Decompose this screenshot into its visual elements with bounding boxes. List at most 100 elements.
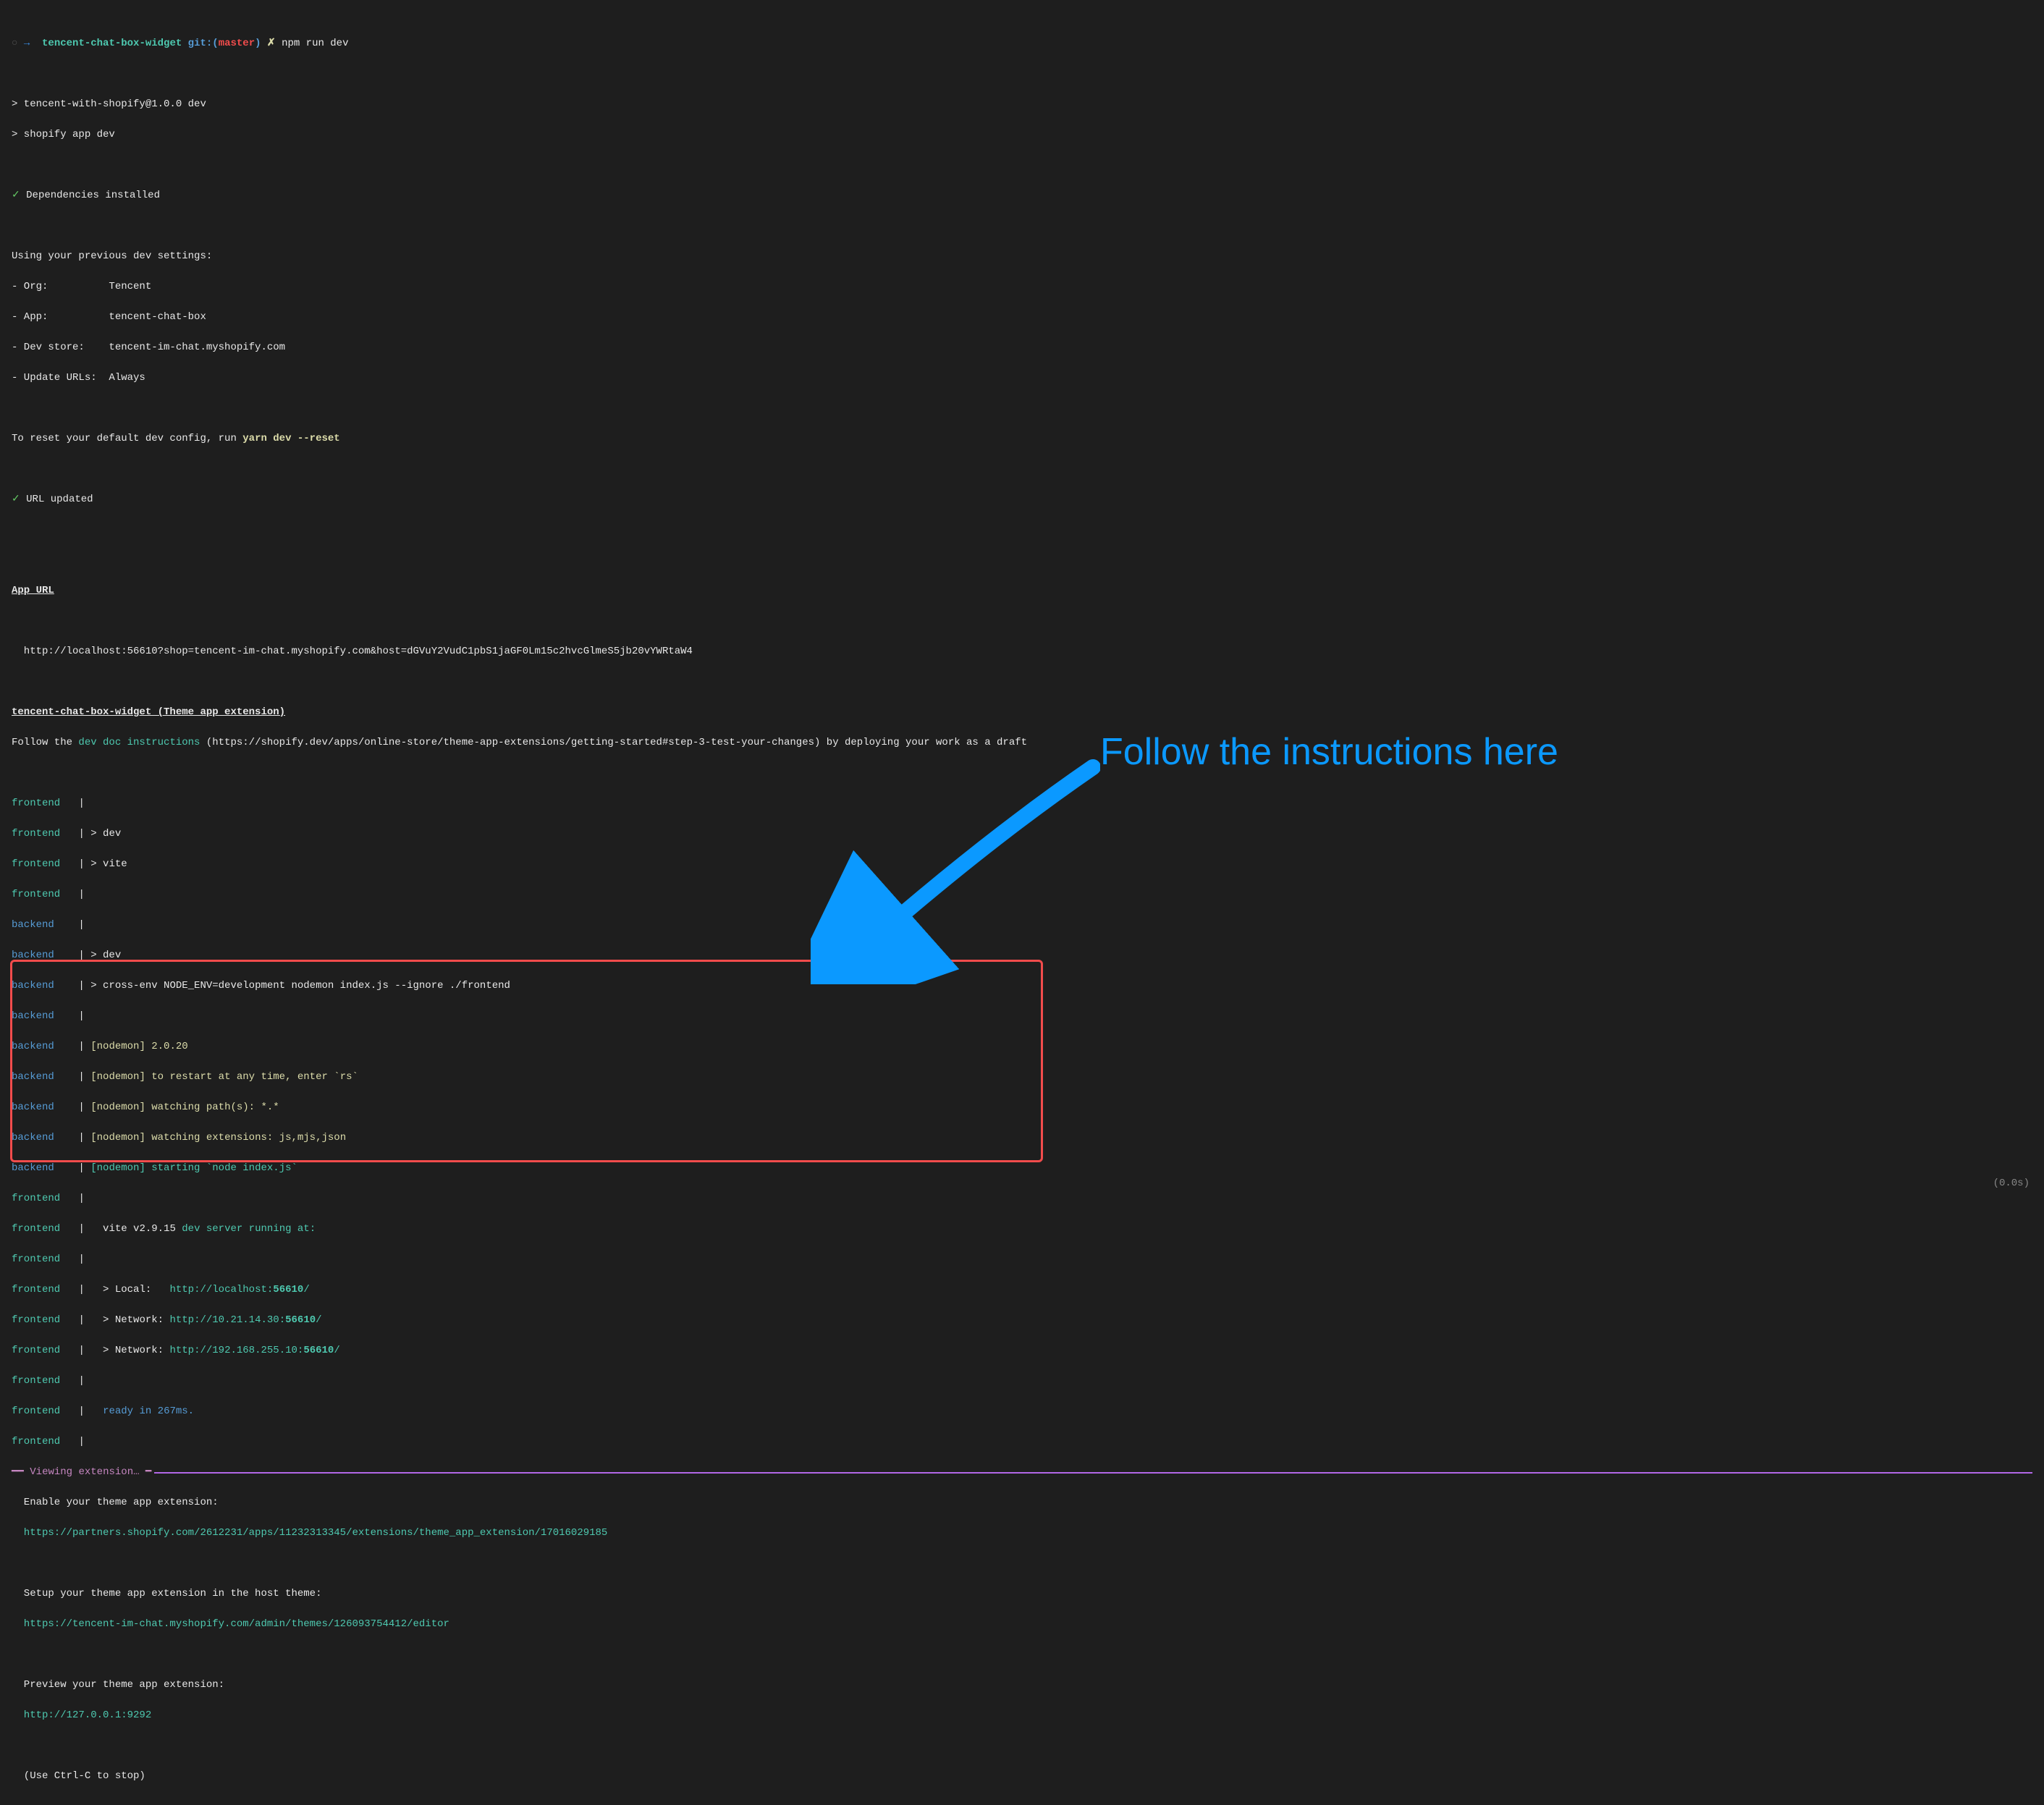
vite-slash: / (334, 1345, 339, 1356)
log-line: frontend | (12, 796, 2032, 811)
log-pipe: | (78, 1162, 84, 1174)
deps-text: Dependencies installed (26, 190, 160, 201)
rule-right (154, 1472, 2032, 1474)
log-pad (85, 1102, 90, 1113)
check-icon: ✓ (12, 190, 20, 201)
nodemon-line: backend | [nodemon] 2.0.20 (12, 1039, 2032, 1054)
viewing-preview-url[interactable]: http://127.0.0.1:9292 (12, 1708, 2032, 1723)
prompt-branch: master (219, 38, 255, 49)
log-pipe: | (78, 919, 84, 931)
blank (12, 158, 2032, 173)
blank (12, 1738, 2032, 1754)
npm-line-2: > shopify app dev (12, 127, 2032, 143)
follow-pre: Follow the (12, 737, 78, 748)
theme-ext-heading: tencent-chat-box-widget (Theme app exten… (12, 706, 285, 718)
blank (12, 462, 2032, 477)
blank (12, 614, 2032, 629)
log-tag: frontend (12, 1314, 60, 1326)
viewing-enable-url[interactable]: https://partners.shopify.com/2612231/app… (12, 1526, 2032, 1541)
log-line: frontend | > dev (12, 827, 2032, 842)
blank (12, 401, 2032, 416)
reset-line: To reset your default dev config, run ya… (12, 431, 2032, 447)
vite-net-url[interactable]: http://10.21.14.30: (169, 1314, 285, 1326)
log-pipe: | (78, 828, 84, 840)
vite-local-url[interactable]: http://localhost: (169, 1284, 273, 1295)
blank (12, 67, 2032, 82)
log-pipe: | (78, 858, 84, 870)
log-tag: frontend (12, 1405, 60, 1417)
log-pipe: | (78, 1010, 84, 1022)
reset-cmd: yarn dev --reset (242, 433, 339, 444)
vite-ready-text: ready in 267ms. (103, 1405, 194, 1417)
log-pipe: | (78, 1284, 84, 1295)
log-tag: frontend (12, 1284, 60, 1295)
log-tag: backend (12, 1132, 54, 1144)
prompt-command: npm run dev (282, 38, 348, 49)
follow-line: Follow the dev doc instructions (https:/… (12, 735, 2032, 751)
log-tag: frontend (12, 1254, 60, 1265)
log-tag: frontend (12, 1345, 60, 1356)
nodemon-text: [nodemon] watching path(s): *.* (90, 1102, 279, 1113)
prompt-dirty-icon: ✗ (267, 38, 276, 49)
nodemon-line: backend | [nodemon] watching extensions:… (12, 1130, 2032, 1146)
log-line: backend | > cross-env NODE_ENV=developme… (12, 978, 2032, 994)
log-tag: backend (12, 980, 54, 992)
vite-net-label: > Network: (85, 1345, 170, 1356)
vite-running: dev server running at: (182, 1223, 316, 1235)
log-pipe: | (78, 1345, 84, 1356)
vite-line: frontend | (12, 1434, 2032, 1450)
viewing-stop: (Use Ctrl-C to stop) (12, 1769, 2032, 1784)
settings-header: Using your previous dev settings: (12, 249, 2032, 264)
follow-post: (https://shopify.dev/apps/online-store/t… (200, 737, 1027, 748)
log-pipe: | (78, 798, 84, 809)
vite-net-port: 56610 (285, 1314, 316, 1326)
reset-text: To reset your default dev config, run (12, 433, 242, 444)
vite-slash: / (316, 1314, 321, 1326)
log-pipe: | (78, 889, 84, 900)
log-line: backend | (12, 918, 2032, 933)
prompt-line: ○ → tencent-chat-box-widget git:(master)… (12, 36, 2032, 51)
log-tag: frontend (12, 1223, 60, 1235)
vite-net-port: 56610 (303, 1345, 334, 1356)
app-url-title: App URL (12, 583, 2032, 599)
log-tag: frontend (12, 1436, 60, 1447)
url-updated: ✓ URL updated (12, 492, 2032, 507)
app-url-heading: App URL (12, 585, 54, 596)
settings-store: - Dev store: tencent-im-chat.myshopify.c… (12, 340, 2032, 355)
vite-net-url[interactable]: http://192.168.255.10: (169, 1345, 303, 1356)
timer-display: (0.0s) (1993, 1176, 2030, 1191)
viewing-setup: Setup your theme app extension in the ho… (12, 1586, 2032, 1602)
annotation-label: Follow the instructions here (1100, 724, 1558, 780)
nodemon-text: [nodemon] starting `node index.js` (90, 1162, 297, 1174)
terminal-output[interactable]: ○ → tencent-chat-box-widget git:(master)… (0, 0, 2044, 1805)
log-tag: backend (12, 1071, 54, 1083)
blank (12, 523, 2032, 538)
npm-line-1: > tencent-with-shopify@1.0.0 dev (12, 97, 2032, 112)
vite-local-label: > Local: (85, 1284, 170, 1295)
log-pipe: | (78, 1436, 84, 1447)
log-line: frontend | (12, 887, 2032, 902)
app-url-value[interactable]: http://localhost:56610?shop=tencent-im-c… (12, 644, 2032, 659)
nodemon-text: [nodemon] to restart at any time, enter … (90, 1071, 358, 1083)
vite-line: frontend | (12, 1374, 2032, 1389)
log-tag: backend (12, 1010, 54, 1022)
dev-doc-link[interactable]: dev doc instructions (78, 737, 200, 748)
blank (12, 219, 2032, 234)
blank (12, 675, 2032, 690)
log-rest: > dev (85, 828, 121, 840)
rule-left: ━━ (12, 1465, 30, 1480)
blank (12, 1556, 2032, 1571)
log-pipe: | (78, 1041, 84, 1052)
log-pad (85, 1132, 90, 1144)
deps-installed: ✓ Dependencies installed (12, 188, 2032, 203)
log-pipe: | (78, 1254, 84, 1265)
log-tag: frontend (12, 1375, 60, 1387)
log-pad (85, 1162, 90, 1174)
viewing-setup-url[interactable]: https://tencent-im-chat.myshopify.com/ad… (12, 1617, 2032, 1632)
prompt-circle-icon: ○ (12, 38, 17, 49)
vite-local: frontend | > Local: http://localhost:566… (12, 1282, 2032, 1298)
log-pipe: | (78, 1132, 84, 1144)
log-rest: > vite (85, 858, 127, 870)
log-pad (85, 1041, 90, 1052)
vite-net1: frontend | > Network: http://10.21.14.30… (12, 1313, 2032, 1328)
